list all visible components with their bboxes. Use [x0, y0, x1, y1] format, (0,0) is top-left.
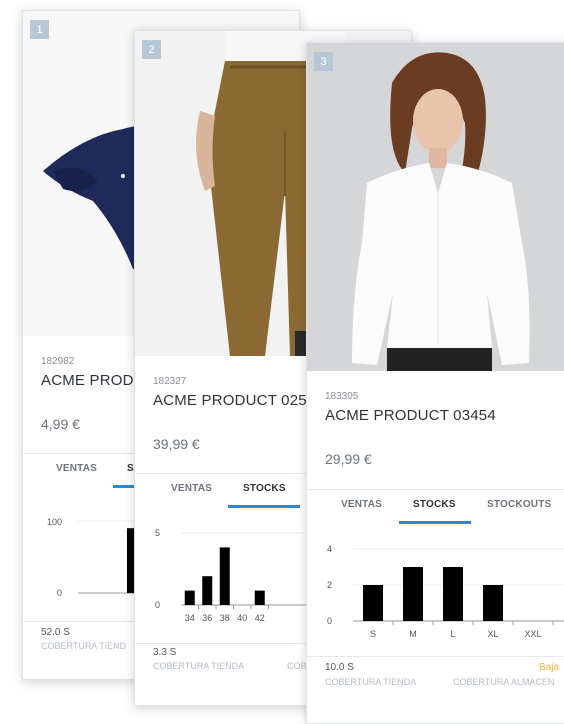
bar	[202, 576, 213, 605]
x-tick-label: S	[370, 629, 376, 639]
stock-chart: 4 2 0 S M L XL XXL	[327, 544, 564, 639]
coverage-label-2: COB	[287, 661, 307, 671]
card-index-badge: 2	[142, 40, 161, 59]
y-tick-label: 0	[57, 588, 62, 598]
x-tick-label: 34	[185, 613, 195, 623]
coverage-value: 10.0 S	[325, 662, 354, 673]
product-price: 39,99 €	[153, 436, 200, 452]
coverage-divider	[307, 656, 564, 657]
x-tick-label: M	[409, 629, 417, 639]
active-tab-indicator	[399, 521, 471, 524]
product-sku: 182982	[41, 356, 75, 367]
coverage-value: 52.0 S	[41, 627, 70, 638]
x-tick-label: L	[450, 629, 455, 639]
product-name: ACME PRODUCT 02540	[153, 392, 324, 409]
coverage-label-2: COBERTURA ALMACEN	[453, 677, 555, 687]
tab-ventas[interactable]: VENTAS	[171, 483, 212, 494]
tab-stockouts[interactable]: STOCKOUTS	[487, 499, 551, 510]
coverage-label: COBERTURA TIENDA	[153, 661, 245, 671]
tab-ventas[interactable]: VENTAS	[56, 463, 97, 474]
coverage-alert: Baja	[539, 662, 560, 673]
y-tick-label: 5	[155, 528, 160, 538]
x-tick-label: 38	[220, 613, 230, 623]
card-index-badge: 3	[314, 52, 333, 71]
bar	[443, 567, 463, 621]
bar	[254, 590, 265, 605]
bar	[403, 567, 423, 621]
tab-ventas[interactable]: VENTAS	[341, 499, 382, 510]
product-sku: 183305	[325, 391, 359, 402]
y-tick-label: 100	[47, 517, 62, 527]
product-price: 29,99 €	[325, 451, 372, 467]
y-tick-label: 4	[327, 544, 332, 554]
coverage-value: 3.3 S	[153, 647, 177, 658]
coverage-label: COBERTURA TIEND	[41, 641, 127, 651]
product-card-3[interactable]: 3 183305 ACME PRODUCT 03454 29,99 € VENT…	[306, 42, 564, 724]
x-tick-label: 40	[237, 613, 247, 623]
active-tab-indicator	[228, 505, 300, 508]
x-tick-label: XXL	[524, 629, 541, 639]
tab-stocks[interactable]: STOCKS	[413, 499, 456, 510]
product-name: ACME PRODUCT 03454	[325, 407, 496, 424]
y-tick-label: 0	[327, 616, 332, 626]
x-tick-label: 42	[255, 613, 265, 623]
metric-tabs: VENTAS STOCKS STOCKOUTS	[307, 489, 564, 524]
product-sku: 182327	[153, 376, 187, 387]
y-tick-label: 0	[155, 600, 160, 610]
bar	[483, 585, 503, 621]
bar	[363, 585, 383, 621]
bar	[184, 590, 195, 605]
product-price: 4,99 €	[41, 416, 80, 432]
card-index-badge: 1	[30, 20, 49, 39]
x-tick-label: 36	[202, 613, 212, 623]
tab-stocks[interactable]: STOCKS	[243, 483, 286, 494]
x-tick-label: XL	[487, 629, 498, 639]
product-image[interactable]	[307, 43, 564, 371]
bar	[219, 547, 230, 605]
coverage-label: COBERTURA TIENDA	[325, 677, 417, 687]
y-tick-label: 2	[327, 580, 332, 590]
